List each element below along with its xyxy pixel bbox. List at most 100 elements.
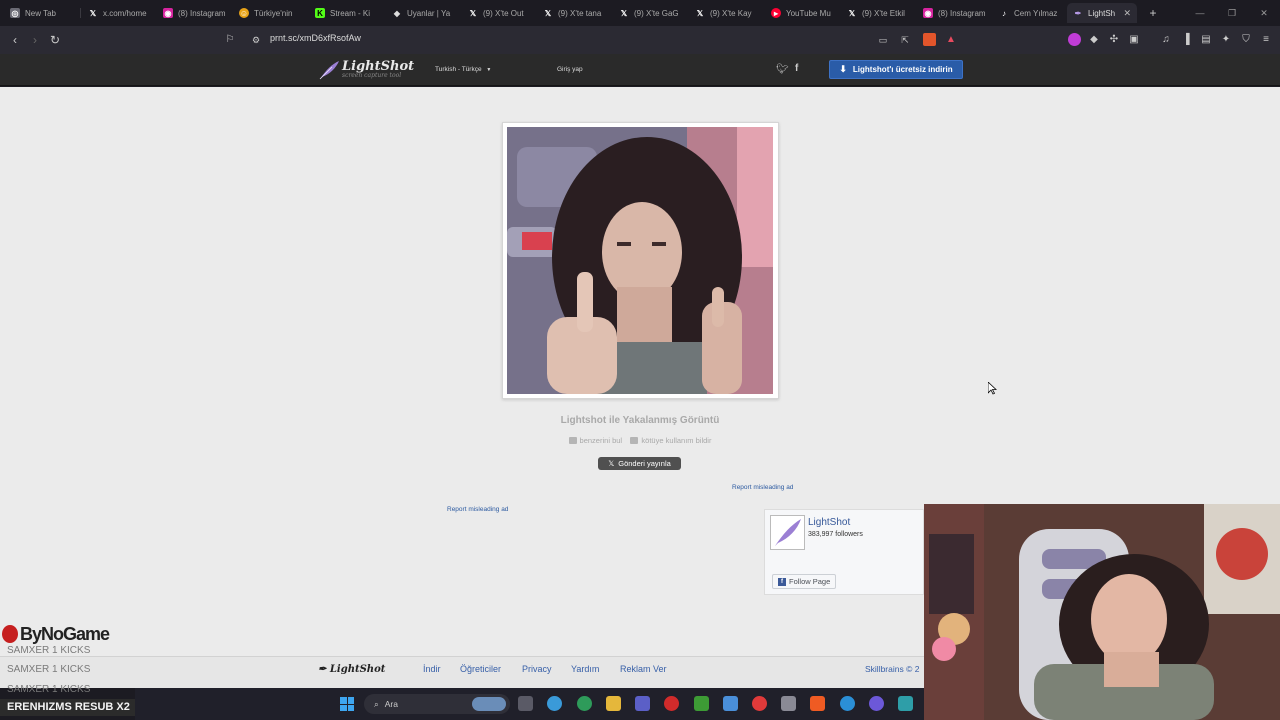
teams-icon[interactable] bbox=[635, 696, 650, 711]
minimize-icon[interactable]: — bbox=[1184, 0, 1216, 26]
fb-page-name[interactable]: LightShot bbox=[808, 517, 850, 528]
lightshot-feather-icon bbox=[775, 519, 801, 546]
screenshot-actions: benzerini bul kötüye kullanım bildir bbox=[0, 436, 1280, 445]
forward-icon[interactable]: › bbox=[27, 32, 43, 48]
tab-instagram[interactable]: ◉ (8) Instagram bbox=[917, 3, 989, 23]
tab-label: (8) Instagram bbox=[178, 8, 226, 18]
footer-link-help[interactable]: Yardım bbox=[571, 664, 599, 674]
share-icon[interactable]: ⇱ bbox=[897, 32, 913, 48]
footer-link-advertise[interactable]: Reklam Ver bbox=[620, 664, 667, 674]
screenshot-image[interactable] bbox=[507, 127, 773, 394]
tab-x-post[interactable]: 𝕏 (9) X'te tana bbox=[537, 3, 609, 23]
app-icon[interactable] bbox=[577, 696, 592, 711]
x-icon: 𝕏 bbox=[620, 8, 628, 18]
tab-label: Uyanlar | Ya bbox=[407, 8, 451, 18]
screenshot-icon[interactable]: ▣ bbox=[1126, 32, 1142, 48]
leo-ai-icon[interactable]: ✦ bbox=[1218, 32, 1234, 48]
tab-uyanlar[interactable]: ◆ Uyanlar | Ya bbox=[386, 3, 458, 23]
tab-label: New Tab bbox=[25, 8, 56, 18]
footer-logo[interactable]: ✒ LightShot bbox=[318, 664, 385, 675]
x-icon: 𝕏 bbox=[608, 459, 615, 468]
cast-icon[interactable]: ▭ bbox=[875, 32, 891, 48]
tab-new-tab[interactable]: ◎ New Tab bbox=[4, 3, 76, 23]
resub-alert: ERENHIZMS RESUB X2 bbox=[0, 699, 135, 716]
store-icon[interactable] bbox=[723, 696, 738, 711]
site-info-icon[interactable]: ⚙ bbox=[248, 32, 264, 48]
extension-icon[interactable] bbox=[1068, 33, 1081, 46]
lightshot-logo[interactable]: LightShot screen capture tool bbox=[342, 59, 414, 79]
menu-icon[interactable]: ≡ bbox=[1258, 32, 1274, 48]
new-tab-icon[interactable]: + bbox=[1145, 5, 1161, 21]
sidebar-icon[interactable]: ▐ bbox=[1178, 32, 1194, 48]
footer-link-download[interactable]: İndir bbox=[423, 664, 441, 674]
brave-icon[interactable] bbox=[810, 696, 825, 711]
language-selector[interactable]: Turkish - Türkçe ▼ bbox=[435, 66, 491, 73]
wallet-icon[interactable]: ▤ bbox=[1198, 32, 1214, 48]
download-icon: ⬇ bbox=[839, 64, 847, 74]
diamond-icon: ◆ bbox=[393, 8, 401, 18]
brand-text: ByNoGame bbox=[20, 624, 110, 644]
login-link[interactable]: Giriş yap bbox=[557, 66, 583, 73]
app-icon[interactable] bbox=[781, 696, 796, 711]
download-button[interactable]: ⬇ Lightshot'ı ücretsiz indirin bbox=[829, 60, 963, 79]
tab-label: (9) X'te Etkil bbox=[862, 8, 905, 18]
back-icon[interactable]: ‹ bbox=[7, 32, 23, 48]
discord-icon[interactable] bbox=[869, 696, 884, 711]
vpn-icon[interactable]: ⛉ bbox=[1238, 32, 1254, 48]
tab-tiktok[interactable]: ♪ Cem Yılmaz bbox=[993, 3, 1065, 23]
fb-followers: 383,997 followers bbox=[808, 531, 863, 538]
tab-youtube-music[interactable]: ▸ YouTube Mu bbox=[765, 3, 837, 23]
tab-separator bbox=[80, 8, 81, 18]
extensions-puzzle-icon[interactable]: ✣ bbox=[1106, 32, 1122, 48]
report-abuse-link[interactable]: kötüye kullanım bildir bbox=[641, 436, 711, 445]
copilot-icon[interactable] bbox=[547, 696, 562, 711]
kick-alert: SAMXER 1 KICKS bbox=[7, 645, 91, 656]
tab-x-post[interactable]: 𝕏 (9) X'te Etkil bbox=[841, 3, 913, 23]
tab-instagram[interactable]: ◉ (8) Instagram bbox=[157, 3, 229, 23]
tab-x-post[interactable]: 𝕏 (9) X'te Kay bbox=[689, 3, 761, 23]
follow-page-button[interactable]: f Follow Page bbox=[772, 574, 837, 589]
footer-link-privacy[interactable]: Privacy bbox=[522, 664, 552, 674]
tab-kick-stream[interactable]: K Stream - Ki bbox=[309, 3, 381, 23]
reload-icon[interactable]: ↻ bbox=[47, 32, 63, 48]
windows-start-icon[interactable] bbox=[340, 697, 354, 711]
media-player-icon[interactable] bbox=[752, 696, 767, 711]
tab-turkiye[interactable]: ☺ Türkiye'nin bbox=[233, 3, 305, 23]
copyright-text[interactable]: Skillbrains © 2 bbox=[865, 664, 919, 674]
opera-icon[interactable] bbox=[664, 696, 679, 711]
webcam-overlay bbox=[924, 504, 1280, 720]
language-label: Turkish - Türkçe bbox=[435, 66, 482, 73]
app-icon[interactable] bbox=[898, 696, 913, 711]
tiktok-icon: ♪ bbox=[1002, 8, 1006, 18]
twitter-icon[interactable]: 🐦︎ bbox=[776, 64, 789, 75]
lightshot-feather-icon bbox=[319, 61, 339, 80]
window-close-icon[interactable]: ✕ bbox=[1248, 0, 1280, 26]
xbox-icon[interactable] bbox=[694, 696, 709, 711]
maximize-icon[interactable]: ❐ bbox=[1216, 0, 1248, 26]
file-explorer-icon[interactable] bbox=[606, 696, 621, 711]
brave-shield-icon[interactable] bbox=[923, 33, 936, 46]
footer-link-tutorials[interactable]: Öğreticiler bbox=[460, 664, 501, 674]
close-tab-icon[interactable]: ✕ bbox=[1123, 8, 1131, 19]
find-similar-link[interactable]: benzerini bul bbox=[580, 436, 623, 445]
task-view-icon[interactable] bbox=[518, 696, 533, 711]
tab-x-post[interactable]: 𝕏 (9) X'te GaG bbox=[613, 3, 685, 23]
report-ad-link[interactable]: Report misleading ad bbox=[447, 506, 508, 513]
facebook-icon[interactable]: f bbox=[795, 63, 798, 74]
extension-icon[interactable]: ◆ bbox=[1086, 32, 1102, 48]
tab-label: Türkiye'nin bbox=[254, 8, 293, 18]
tab-x-home[interactable]: 𝕏 x.com/home bbox=[82, 3, 154, 23]
image-search-icon bbox=[568, 437, 577, 444]
address-bar[interactable]: prnt.sc/xmD6xfRsofAw bbox=[270, 33, 361, 43]
taskbar-search[interactable]: ⌕ Ara bbox=[364, 694, 510, 714]
x-icon: 𝕏 bbox=[696, 8, 704, 18]
tab-x-post[interactable]: 𝕏 (9) X'te Out bbox=[462, 3, 534, 23]
edge-icon[interactable] bbox=[840, 696, 855, 711]
report-ad-link[interactable]: Report misleading ad bbox=[732, 484, 793, 491]
media-icon[interactable]: ♫ bbox=[1158, 32, 1174, 48]
bookmark-icon[interactable]: ⚐ bbox=[222, 32, 238, 48]
share-post-button[interactable]: 𝕏 Gönderi yayınla bbox=[598, 457, 681, 470]
tab-lightshot[interactable]: ✒ LightSh ✕ bbox=[1067, 3, 1137, 23]
lightshot-avatar[interactable] bbox=[770, 515, 805, 550]
brave-rewards-icon[interactable]: ▲ bbox=[943, 32, 959, 48]
